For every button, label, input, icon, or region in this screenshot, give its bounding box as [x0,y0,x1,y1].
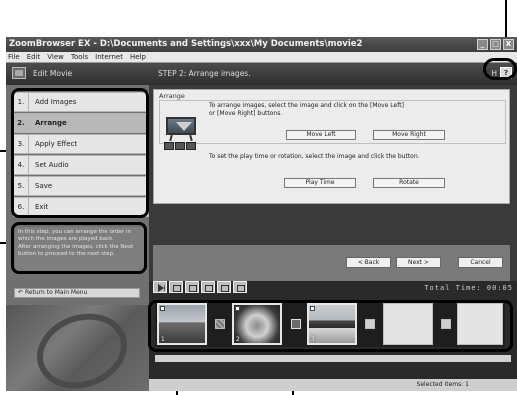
menu-bar: File Edit View Tools Internet Help [6,52,517,63]
timeline-tool-icon[interactable] [169,281,183,293]
play-time-button[interactable]: Play Time [284,178,356,188]
decorative-graphic [6,305,149,391]
header-bar: Edit Movie STEP 2: Arrange images. H ? [6,63,517,85]
move-left-button[interactable]: Move Left [286,130,356,140]
move-right-button[interactable]: Move Right [373,130,445,140]
menu-internet[interactable]: Internet [95,52,123,62]
return-to-main-menu-button[interactable]: ↶ Return to Main Menu [14,288,140,298]
return-icon: ↶ [18,289,24,296]
play-time-instruction: To set the play time or rotation, select… [209,153,420,160]
arrange-group-label: Arrange [159,92,185,100]
callout-info [11,222,147,274]
navigation-area: < Back Next > Cancel [153,245,510,281]
arrange-panel: Arrange To arrange images, select the im… [153,89,510,204]
timeline-tool-icon[interactable] [201,281,215,293]
rotate-button[interactable]: Rotate [373,178,445,188]
menu-help[interactable]: Help [130,52,146,62]
total-time: Total Time: 00:05 [424,284,513,292]
return-label: Return to Main Menu [24,289,88,296]
callout-help [483,58,517,80]
figure: ZoomBrowser EX - D:\Documents and Settin… [0,0,517,395]
maximize-button[interactable]: □ [490,39,501,50]
arrange-instruction: To arrange images, select the image and … [209,102,404,117]
mini-thumb [164,142,174,150]
timeline-toolbar [153,281,247,294]
play-icon[interactable] [153,281,167,293]
selected-items-count: Selected Items: 1 [416,381,469,388]
mini-thumb [175,142,185,150]
minimize-button[interactable]: _ [477,39,488,50]
callout-timeline [148,300,513,352]
window-controls: _ □ X [477,39,514,50]
page-title: Edit Movie [33,69,73,78]
timeline-tool-icon[interactable] [233,281,247,293]
mini-thumb [186,142,196,150]
step-title: STEP 2: Arrange images. [158,69,251,78]
back-button[interactable]: < Back [346,257,391,268]
timeline-tool-icon[interactable] [185,281,199,293]
easel-icon [166,115,206,142]
menu-file[interactable]: File [8,52,20,62]
next-button[interactable]: Next > [396,257,441,268]
timeline-tool-icon[interactable] [217,281,231,293]
window-title: ZoomBrowser EX - D:\Documents and Settin… [9,39,363,49]
close-button[interactable]: X [503,39,514,50]
menu-tools[interactable]: Tools [71,52,88,62]
mini-thumbnails [164,142,196,150]
callout-steps [11,88,149,218]
cancel-button[interactable]: Cancel [458,257,503,268]
menu-view[interactable]: View [47,52,64,62]
edit-movie-icon [12,67,26,79]
title-bar: ZoomBrowser EX - D:\Documents and Settin… [6,37,517,52]
timeline-scrollbar[interactable] [155,355,511,362]
menu-edit[interactable]: Edit [27,52,41,62]
status-bar: Selected Items: 1 [149,379,517,391]
